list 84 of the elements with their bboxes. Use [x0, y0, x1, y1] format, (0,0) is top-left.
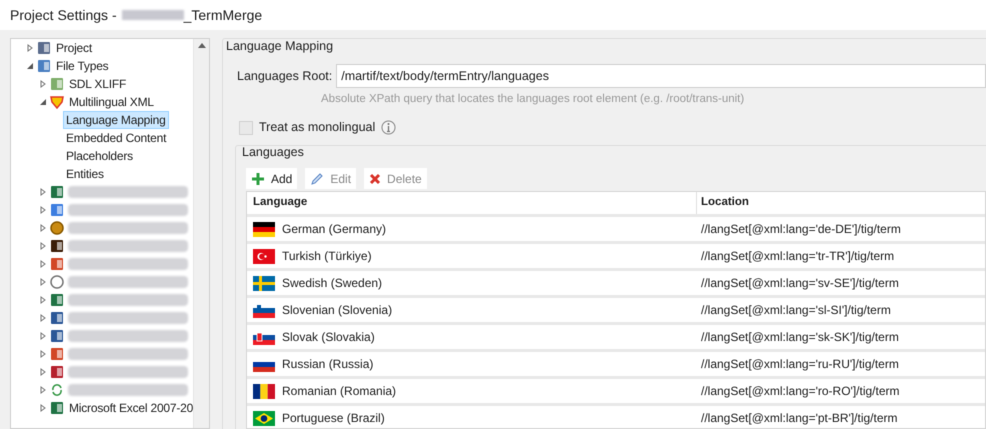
tree-item[interactable]: File Types — [53, 57, 112, 75]
toolbar-button[interactable]: Add — [246, 168, 298, 189]
flag-icon — [253, 222, 275, 236]
expand-arrow-icon[interactable] — [39, 314, 47, 322]
tree-item[interactable]: Microsoft Excel 2007-20 — [66, 399, 193, 417]
section-title: Language Mapping — [225, 38, 334, 54]
hint-text: Absolute XPath query that locates the languages root element (e.g. /root/trans-unit) — [321, 92, 746, 107]
tree-item[interactable]: Entities — [63, 165, 107, 183]
expand-arrow-icon[interactable] — [39, 332, 47, 340]
refresh-icon — [50, 383, 64, 397]
tree-item[interactable]: Embedded Content — [63, 129, 170, 147]
flag-icon — [253, 384, 275, 398]
tree-item[interactable]: Project — [53, 39, 95, 57]
pencil-icon — [310, 172, 324, 186]
checkbox-label[interactable]: Treat as monolingual — [259, 118, 376, 137]
expand-arrow-icon[interactable] — [39, 386, 47, 394]
shield-icon — [50, 95, 64, 109]
window-title-suffix: _TermMerge — [184, 6, 262, 25]
language-cell-text: German (Germany) — [282, 221, 386, 238]
expand-arrow-icon[interactable] — [39, 224, 47, 232]
window-title: Project Settings - — [10, 6, 117, 25]
input-field[interactable]: /martif/text/body/termEntry/languages — [336, 64, 986, 88]
flag-icon — [253, 276, 275, 290]
field-label: Languages Root: — [237, 68, 332, 85]
flag-icon — [253, 302, 275, 318]
file-type-icon — [50, 257, 64, 271]
expand-arrow-icon[interactable] — [39, 404, 47, 412]
language-cell-text: Slovenian (Slovenia) — [282, 302, 392, 319]
expand-arrow-icon[interactable] — [39, 80, 47, 88]
expand-arrow-icon[interactable] — [39, 260, 47, 268]
file-type-icon — [50, 293, 64, 307]
file-type-icon — [37, 59, 51, 73]
tree-item[interactable]: Placeholders — [63, 147, 136, 165]
file-type-icon — [50, 347, 64, 361]
expand-arrow-icon[interactable] — [39, 206, 47, 214]
location-cell-text: //langSet[@xml:lang='sk-SK']/tig/term — [701, 329, 899, 346]
flag-icon — [253, 410, 275, 426]
file-type-icon — [50, 185, 64, 199]
delete-icon — [369, 172, 382, 184]
expand-arrow-icon[interactable] — [39, 242, 47, 250]
collapse-arrow-icon[interactable] — [26, 62, 34, 70]
expand-arrow-icon[interactable] — [26, 44, 34, 52]
file-type-icon — [50, 239, 64, 253]
location-cell-text: //langSet[@xml:lang='de-DE']/tig/term — [701, 221, 901, 238]
flag-icon — [253, 248, 275, 264]
location-cell-text: //langSet[@xml:lang='sv-SE']/tig/term — [701, 275, 899, 292]
file-type-icon — [37, 41, 51, 55]
column-header[interactable]: Location — [697, 192, 985, 214]
file-type-icon — [50, 311, 64, 325]
language-cell-text: Portuguese (Brazil) — [282, 410, 385, 427]
language-cell-text: Swedish (Sweden) — [282, 275, 382, 292]
column-header[interactable]: Language — [247, 192, 697, 214]
redacted-block — [122, 10, 184, 20]
file-type-icon — [50, 365, 64, 379]
file-type-icon — [50, 203, 64, 217]
language-cell-text: Russian (Russia) — [282, 356, 374, 373]
info-icon[interactable] — [381, 120, 396, 136]
checkbox[interactable] — [239, 120, 253, 135]
expand-arrow-icon[interactable] — [39, 368, 47, 376]
group-title: Languages — [241, 144, 305, 160]
tree-item[interactable]: Language Mapping — [63, 111, 169, 129]
language-cell-text: Turkish (Türkiye) — [282, 248, 372, 265]
location-cell-text: //langSet[@xml:lang='ru-RU']/tig/term — [701, 356, 899, 373]
language-cell-text: Slovak (Slovakia) — [282, 329, 375, 346]
collapse-arrow-icon[interactable] — [39, 98, 47, 106]
plus-icon — [251, 172, 265, 186]
file-type-icon — [50, 329, 64, 343]
tree-item[interactable]: Multilingual XML — [66, 93, 157, 111]
expand-arrow-icon[interactable] — [39, 188, 47, 196]
tree-item[interactable]: SDL XLIFF — [66, 75, 130, 93]
file-type-icon — [50, 275, 64, 289]
scrollbar[interactable] — [193, 39, 209, 428]
expand-arrow-icon[interactable] — [39, 350, 47, 358]
location-cell-text: //langSet[@xml:lang='sl-SI']/tig/term — [701, 302, 891, 319]
expand-arrow-icon[interactable] — [39, 278, 47, 286]
location-cell-text: //langSet[@xml:lang='pt-BR']/tig/term — [701, 410, 898, 427]
expand-arrow-icon[interactable] — [39, 296, 47, 304]
file-type-icon — [50, 77, 64, 91]
location-cell-text: //langSet[@xml:lang='ro-RO']/tig/term — [701, 383, 900, 400]
file-type-icon — [50, 221, 64, 235]
location-cell-text: //langSet[@xml:lang='tr-TR']/tig/term — [701, 248, 894, 265]
language-cell-text: Romanian (Romania) — [282, 383, 396, 400]
scroll-up-icon[interactable] — [198, 43, 206, 48]
file-type-icon — [50, 401, 64, 415]
